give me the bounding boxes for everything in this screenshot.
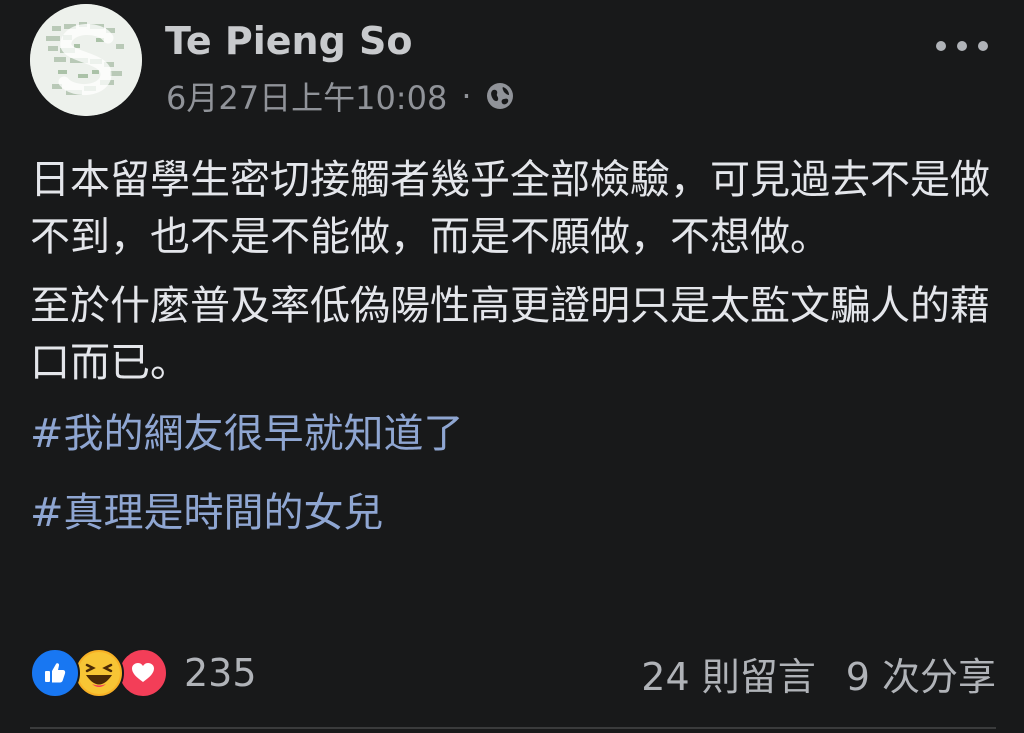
facebook-post: Te Pieng So 6月27日上午10:08 · 日本留學生密切接觸者幾乎全… [0,0,1024,733]
hashtag-link-2[interactable]: #真理是時間的女兒 [30,485,384,542]
like-icon [30,648,80,698]
author-name[interactable]: Te Pieng So [165,18,412,64]
post-body: 日本留學生密切接觸者幾乎全部檢驗，可見過去不是做不到，也不是不能做，而是不願做，… [30,152,996,542]
reaction-count: 235 [184,651,257,695]
globe-icon[interactable] [485,81,515,111]
engagement-stats: 24 則留言 9 次分享 [641,646,996,701]
post-paragraph-2: 至於什麼普及率低偽陽性高更證明只是太監文騙人的藉口而已。 [30,283,990,386]
dot [978,41,988,51]
haha-icon [74,648,124,698]
comments-count-link[interactable]: 24 則留言 [641,646,815,701]
dot [936,41,946,51]
post-paragraph-1: 日本留學生密切接觸者幾乎全部檢驗，可見過去不是做不到，也不是不能做，而是不願做，… [30,157,990,260]
post-timestamp[interactable]: 6月27日上午10:08 [166,73,447,119]
footer-divider [30,727,996,729]
meta-separator: · [461,77,472,115]
post-meta: 6月27日上午10:08 · [166,74,515,118]
post-footer: 235 24 則留言 9 次分享 [30,645,996,701]
love-icon [118,648,168,698]
avatar[interactable] [30,4,142,116]
dot [957,41,967,51]
reactions-summary[interactable]: 235 [30,648,257,698]
post-header: Te Pieng So 6月27日上午10:08 · [0,0,1024,125]
more-options-icon[interactable] [936,34,988,58]
shares-count-link[interactable]: 9 次分享 [846,646,996,701]
avatar-image [30,4,142,116]
hashtag-link-1[interactable]: #我的網友很早就知道了 [30,406,464,463]
